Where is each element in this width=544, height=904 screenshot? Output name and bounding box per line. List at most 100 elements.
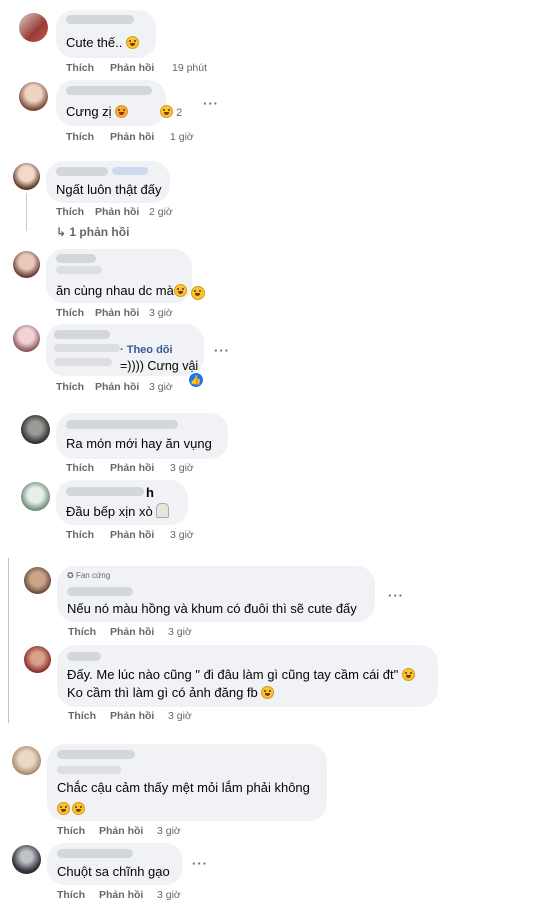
comment-time[interactable]: 2 giờ: [149, 206, 173, 218]
reply-button[interactable]: Phản hồi: [110, 626, 154, 638]
grinning-emoji-icon: [401, 668, 415, 681]
reply-button[interactable]: Phản hồi: [110, 131, 154, 143]
blurred-name[interactable]: [57, 849, 133, 858]
blurred-name[interactable]: [66, 15, 134, 24]
comment-time[interactable]: 3 giờ: [149, 307, 173, 319]
comment-text: =)))) Cưng vậi: [120, 359, 199, 373]
avatar[interactable]: [21, 482, 50, 511]
more-options-icon[interactable]: ···: [192, 856, 208, 871]
avatar[interactable]: [24, 646, 51, 673]
reply-button[interactable]: Phản hồi: [95, 206, 139, 218]
reply-button[interactable]: Phản hồi: [99, 825, 143, 837]
comment-text: Ra món mới hay ăn vụng: [66, 436, 212, 451]
reply-button[interactable]: Phản hồi: [110, 62, 154, 74]
blurred-name[interactable]: [66, 487, 144, 496]
comment-bubble: ✪ Fan cứng Nếu nó màu hồng và khum có đu…: [57, 566, 375, 622]
blurred-name[interactable]: [56, 167, 108, 176]
reply-button[interactable]: Phản hồi: [110, 710, 154, 722]
comment-bubble: ăn cùng nhau dc mà: [46, 249, 192, 303]
reply-button[interactable]: Phản hồi: [99, 889, 143, 901]
reply-button[interactable]: Phản hồi: [95, 307, 139, 319]
top-fan-badge[interactable]: ✪ Fan cứng: [67, 571, 110, 580]
blurred-name[interactable]: [66, 86, 152, 95]
like-button[interactable]: Thích: [66, 62, 94, 74]
blurred-name[interactable]: [67, 587, 133, 596]
heart-eyes-emoji-icon: [115, 105, 129, 118]
like-button[interactable]: Thích: [68, 626, 96, 638]
comment-text: Ngất luôn thật đấy: [56, 182, 162, 197]
follow-link[interactable]: · Theo dõi: [120, 344, 173, 356]
comment-time[interactable]: 1 giờ: [170, 131, 194, 143]
blurred-name[interactable]: [56, 254, 96, 263]
fan-badge-icon: ✪: [67, 571, 74, 580]
comment-bubble: Cute thế..: [56, 10, 156, 58]
comment-time[interactable]: 3 giờ: [168, 710, 192, 722]
comment-text: Chuột sa chĩnh gạo: [57, 864, 170, 879]
comment-time[interactable]: 3 giờ: [168, 626, 192, 638]
comment-bubble: Chuột sa chĩnh gạo: [47, 843, 183, 885]
avatar[interactable]: [12, 746, 41, 775]
comment-time[interactable]: 3 giờ: [170, 529, 194, 541]
comment-text-line-2: Ko cầm thì làm gì có ảnh đăng fb: [67, 685, 275, 701]
view-replies-link[interactable]: ↳ 1 phản hồi: [56, 225, 129, 239]
comment-bubble: Ra món mới hay ăn vụng: [56, 413, 228, 459]
comment-bubble: h Đầu bếp xịn xò: [56, 480, 188, 525]
laughing-emoji-icon: [191, 286, 205, 300]
comment-text: ăn cùng nhau dc mà: [56, 283, 187, 299]
more-options-icon[interactable]: ···: [203, 96, 219, 111]
avatar[interactable]: [19, 13, 48, 42]
comment-time[interactable]: 3 giờ: [149, 381, 173, 393]
blurred-name[interactable]: [54, 330, 110, 339]
like-button[interactable]: Thích: [57, 889, 85, 901]
like-button[interactable]: Thích: [66, 529, 94, 541]
emoji-row: [57, 800, 85, 818]
more-options-icon[interactable]: ···: [388, 588, 404, 603]
like-button[interactable]: Thích: [56, 381, 84, 393]
comment-time[interactable]: 19 phút: [172, 62, 207, 74]
reply-button[interactable]: Phản hồi: [110, 529, 154, 541]
avatar[interactable]: [19, 82, 48, 111]
like-button[interactable]: Thích: [66, 131, 94, 143]
comment-time[interactable]: 3 giờ: [157, 825, 181, 837]
comment-text: Cute thế..: [66, 35, 139, 51]
comment-time[interactable]: 3 giờ: [157, 889, 181, 901]
avatar[interactable]: [13, 325, 40, 352]
reaction-summary[interactable]: 2: [160, 105, 182, 119]
avatar[interactable]: [24, 567, 51, 594]
blurred-name-line: [54, 358, 112, 366]
reply-button[interactable]: Phản hồi: [95, 381, 139, 393]
comment-bubble: Ngất luôn thật đấy: [46, 161, 170, 203]
laughing-emoji-icon: [126, 36, 139, 49]
comment-bubble: · Theo dõi =)))) Cưng vậi: [46, 324, 204, 376]
blurred-name[interactable]: [67, 652, 101, 661]
comment-text: Nếu nó màu hồng và khum có đuôi thì sẽ c…: [67, 601, 357, 616]
like-button[interactable]: Thích: [68, 710, 96, 722]
name-suffix: h: [146, 485, 154, 500]
reply-thread-line: [8, 558, 9, 723]
like-button[interactable]: Thích: [56, 307, 84, 319]
reply-button[interactable]: Phản hồi: [110, 462, 154, 474]
avatar[interactable]: [21, 415, 50, 444]
blurred-name[interactable]: [57, 750, 135, 759]
blurred-name-line: [54, 344, 120, 352]
blurred-follow-link[interactable]: [112, 167, 148, 175]
like-button[interactable]: Thích: [57, 825, 85, 837]
more-options-icon[interactable]: ···: [214, 343, 230, 358]
comment-time[interactable]: 3 giờ: [170, 462, 194, 474]
comment-text-line-1: Đấy. Me lúc nào cũng " đi đâu làm gì cũn…: [67, 667, 415, 683]
blurred-name[interactable]: [66, 420, 178, 429]
like-button[interactable]: Thích: [66, 462, 94, 474]
avatar[interactable]: [12, 845, 41, 874]
haha-reaction-icon: [160, 105, 173, 118]
blurred-name-line: [57, 766, 121, 774]
like-button[interactable]: Thích: [56, 206, 84, 218]
like-reaction-icon[interactable]: 👍: [188, 372, 204, 388]
avatar[interactable]: [13, 251, 40, 278]
comment-text: Đầu bếp xịn xò: [66, 503, 170, 520]
rofl-emoji-icon: [173, 284, 187, 297]
comment-bubble: Chắc cậu cảm thấy mệt mỏi lắm phải không: [47, 744, 327, 821]
avatar[interactable]: [13, 163, 40, 190]
comment-bubble: Cưng zị: [56, 80, 166, 126]
chef-emoji-icon: [156, 503, 170, 518]
blurred-name-line: [56, 266, 102, 274]
